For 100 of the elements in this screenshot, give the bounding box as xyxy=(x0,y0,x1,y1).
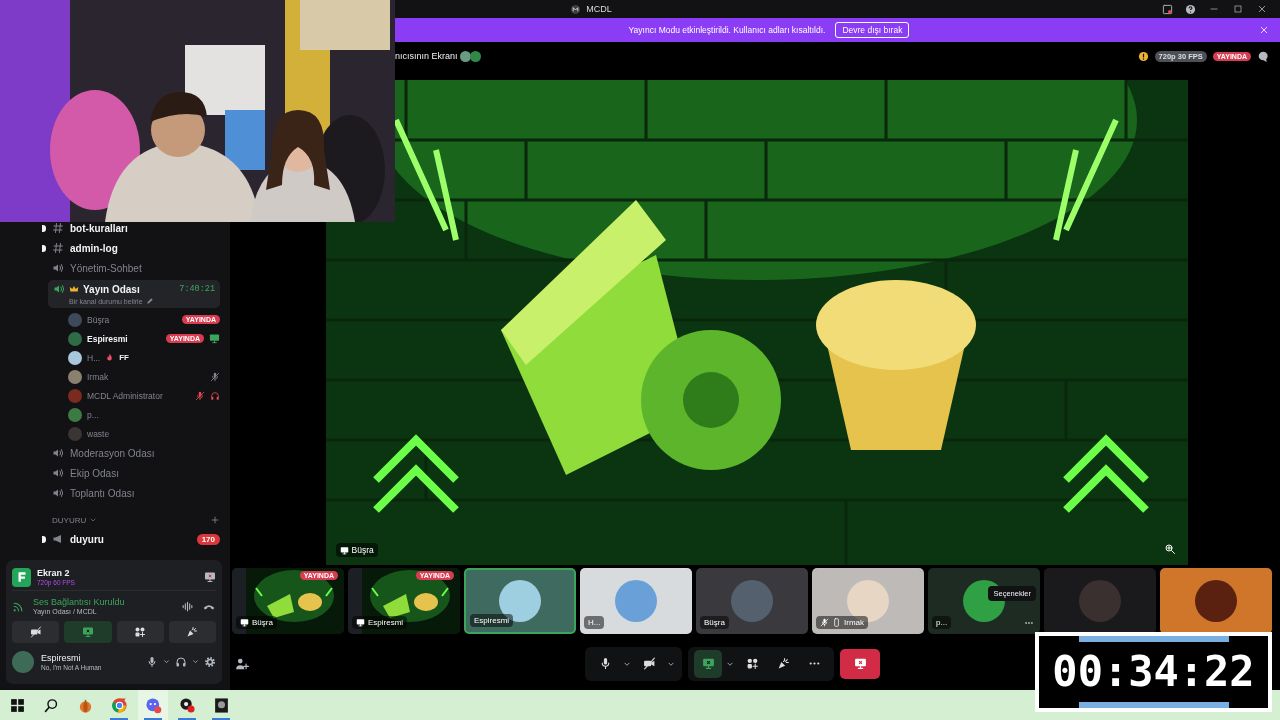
mic-icon[interactable] xyxy=(146,655,158,668)
participant-tile[interactable]: H... xyxy=(580,568,692,634)
caret-icon[interactable] xyxy=(162,657,171,666)
party-popper-icon xyxy=(186,626,199,638)
shapes-icon xyxy=(134,626,147,638)
avatar xyxy=(68,369,82,384)
avatar xyxy=(1195,580,1237,622)
member-tag: FF xyxy=(119,353,129,362)
settings-icon[interactable] xyxy=(204,655,216,668)
banner-message: Yayıncı Modu etkinleştirildi. Kullanıcı adları kısaltıldı. xyxy=(628,25,826,35)
deafened-icon xyxy=(210,390,220,401)
connection-status[interactable]: Ses Bağlantısı Kuruldu xyxy=(33,597,125,607)
activities-button[interactable] xyxy=(116,621,164,643)
inbox-icon[interactable] xyxy=(1162,3,1173,15)
search-icon xyxy=(42,696,60,714)
chat-icon[interactable] xyxy=(1257,49,1270,63)
screen-share-button[interactable] xyxy=(694,649,722,678)
mention-count: 170 xyxy=(196,533,220,545)
participant-name: Büşra xyxy=(252,618,273,627)
participant-tile[interactable]: Irmak xyxy=(812,568,924,634)
noise-suppression-icon[interactable] xyxy=(181,599,194,613)
avatar xyxy=(459,50,471,62)
close-icon[interactable] xyxy=(1258,24,1270,36)
channel-item[interactable]: duyuru xyxy=(52,533,197,545)
avatar xyxy=(68,426,82,441)
window-title: MCDL xyxy=(586,4,612,14)
stop-share-icon[interactable] xyxy=(204,571,216,583)
screen-icon xyxy=(853,657,867,670)
member-name[interactable]: Espiresmi xyxy=(87,333,128,344)
channel-item[interactable]: Yönetim-Sohbet xyxy=(52,262,220,274)
member-name[interactable]: waste xyxy=(87,428,110,439)
participant-tile[interactable]: Büşra xyxy=(696,568,808,634)
streamer-name: Büşra xyxy=(351,545,374,555)
hash-icon xyxy=(52,222,64,234)
channel-item[interactable]: Ekip Odası xyxy=(52,467,220,479)
browser-icon xyxy=(110,696,128,714)
caret-icon[interactable] xyxy=(191,657,200,666)
speaker-icon xyxy=(52,487,64,499)
windows-icon xyxy=(8,696,26,714)
participant-name: p... xyxy=(936,618,948,627)
add-channel-icon[interactable] xyxy=(210,515,220,525)
channel-item[interactable]: Toplantı Odası xyxy=(52,487,220,499)
game-icon xyxy=(212,696,230,714)
record-icon xyxy=(178,696,196,714)
participant-tile[interactable] xyxy=(1044,568,1156,634)
participant-name: H... xyxy=(588,618,601,627)
avatar xyxy=(68,407,82,422)
warning-icon[interactable] xyxy=(1137,50,1149,62)
avatar xyxy=(847,580,889,622)
username: Espiresmi xyxy=(41,652,82,663)
avatar xyxy=(68,350,82,365)
speaker-icon xyxy=(52,447,64,459)
shapes-icon xyxy=(745,657,759,670)
camera-off-icon xyxy=(29,626,42,638)
camera-button[interactable] xyxy=(12,621,60,643)
zoom-icon[interactable] xyxy=(1163,543,1176,555)
disable-button[interactable]: Devre dışı bırak xyxy=(835,22,910,38)
screen-icon xyxy=(81,626,94,638)
screen-icon xyxy=(240,618,249,627)
leave-button[interactable] xyxy=(840,648,880,679)
avatar xyxy=(731,580,773,622)
participant-name: Espiresmi xyxy=(368,618,404,627)
participant-name: Irmak xyxy=(844,618,864,627)
category-header[interactable]: DUYURU xyxy=(52,515,87,525)
member-name[interactable]: H... xyxy=(87,352,101,363)
member-name[interactable]: MCDL Administrator xyxy=(87,390,163,401)
server-logo-icon xyxy=(570,3,582,15)
channel-item[interactable]: Moderasyon Odası xyxy=(52,447,220,459)
channel-name: Yayın Odası xyxy=(83,283,141,295)
crown-icon xyxy=(69,284,79,294)
member-name[interactable]: Irmak xyxy=(87,371,109,382)
chevron-icon xyxy=(89,516,98,524)
close-icon[interactable] xyxy=(1256,3,1268,15)
screen-icon xyxy=(339,545,349,555)
megaphone-icon xyxy=(52,533,64,545)
participant-tile[interactable]: Espiresmi xyxy=(464,568,576,634)
participant-tile[interactable] xyxy=(1160,568,1272,634)
pencil-icon[interactable] xyxy=(145,297,154,305)
maximize-icon[interactable] xyxy=(1232,3,1244,15)
chat-app-icon xyxy=(144,696,162,714)
flame-icon xyxy=(105,353,115,362)
speaker-icon xyxy=(52,467,64,479)
member-name[interactable]: p... xyxy=(87,409,99,420)
speaker-icon xyxy=(52,262,64,274)
channel-item[interactable]: admin-log xyxy=(52,242,220,254)
channel-timer: 7:40:21 xyxy=(179,284,215,294)
help-icon[interactable] xyxy=(1185,3,1196,15)
screen-share-button[interactable] xyxy=(64,621,112,643)
headphones-icon[interactable] xyxy=(175,655,187,668)
add-person-icon[interactable] xyxy=(235,656,249,671)
avatar xyxy=(68,312,82,327)
member-name[interactable]: Büşra xyxy=(87,314,110,325)
share-title: Ekran 2 xyxy=(37,568,71,578)
avatar xyxy=(1079,580,1121,622)
channel-item[interactable]: bot-kuralları xyxy=(52,222,220,234)
stream-title: nıcısının Ekranı xyxy=(395,51,458,61)
screen-icon xyxy=(701,657,715,670)
avatar xyxy=(68,331,82,346)
user-avatar[interactable] xyxy=(12,650,34,673)
avatar xyxy=(615,580,657,622)
